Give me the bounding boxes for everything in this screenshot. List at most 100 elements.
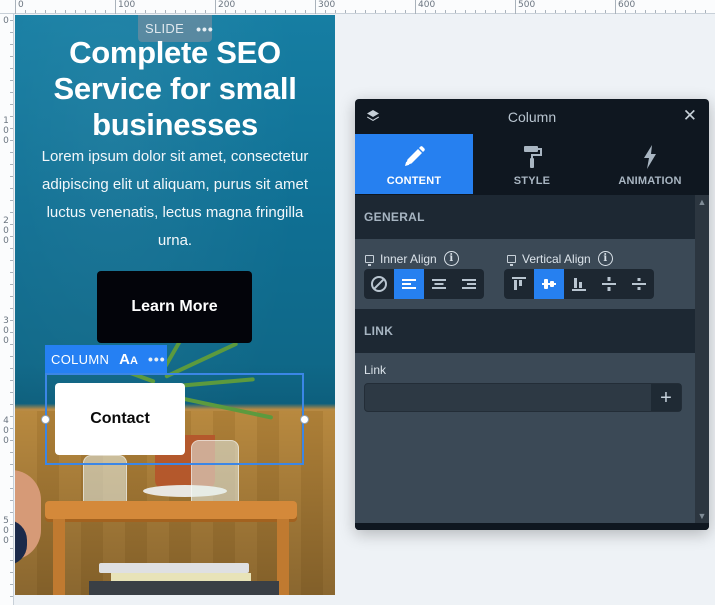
- layers-icon[interactable]: [365, 108, 381, 124]
- ruler-tick: [245, 10, 246, 13]
- vertical-align-space-around[interactable]: [624, 269, 654, 299]
- ruler-tick: [615, 10, 616, 13]
- ruler-tick: [45, 10, 46, 13]
- align-right-icon: [462, 279, 476, 289]
- ruler-tick: [655, 10, 656, 13]
- ruler-tick: [10, 572, 13, 573]
- scroll-down-icon[interactable]: ▼: [695, 509, 709, 523]
- ruler-tick: [10, 416, 13, 417]
- ruler-label: 200: [3, 216, 9, 246]
- editor-stage: 0 100 200 300 400 500 600 0 100 200 300 400 500 SLI…: [0, 0, 715, 605]
- ruler-tick: [10, 116, 13, 117]
- ruler-tick: [175, 10, 176, 13]
- ruler-tick: [10, 272, 13, 273]
- scroll-up-icon[interactable]: ▲: [695, 195, 709, 209]
- learn-more-button[interactable]: Learn More: [97, 271, 252, 343]
- ruler-tick: [545, 10, 546, 13]
- ruler-tick: [555, 10, 556, 13]
- plus-icon: +: [660, 386, 672, 409]
- section-link-header[interactable]: LINK: [355, 309, 695, 353]
- ruler-label: 0: [15, 0, 24, 14]
- close-icon[interactable]: ✕: [683, 107, 697, 125]
- section-general-title: GENERAL: [364, 210, 425, 224]
- monitor-icon: [507, 254, 516, 266]
- inner-align-left[interactable]: [394, 269, 424, 299]
- vertical-align-middle[interactable]: [534, 269, 564, 299]
- ruler-tick: [195, 10, 196, 13]
- vertical-align-top[interactable]: [504, 269, 534, 299]
- ruler-tick: [605, 10, 606, 13]
- panel-scrollbar[interactable]: ▲ ▼: [695, 195, 709, 523]
- ruler-tick: [265, 10, 266, 13]
- ruler-tick: [10, 128, 13, 129]
- ruler-tick: [10, 236, 13, 237]
- hero-title[interactable]: Complete SEO Service for small businesse…: [15, 35, 335, 143]
- typography-icon[interactable]: AA: [119, 351, 138, 368]
- table-leg: [53, 519, 65, 595]
- resize-handle-left[interactable]: [41, 415, 50, 424]
- info-icon[interactable]: i: [443, 251, 459, 266]
- inner-align-center[interactable]: [424, 269, 454, 299]
- ruler-tick: [10, 80, 13, 81]
- link-field-label: Link: [364, 363, 387, 377]
- ruler-tick: [395, 10, 396, 13]
- column-toolbar-label: COLUMN: [51, 351, 110, 367]
- space-between-icon: [602, 277, 616, 291]
- ruler-tick: [85, 10, 86, 13]
- align-bottom-icon: [572, 278, 586, 291]
- inner-align-group: [364, 269, 484, 299]
- inner-align-label: Inner Align i: [365, 251, 459, 266]
- ruler-tick: [135, 10, 136, 13]
- contact-button[interactable]: Contact: [55, 383, 185, 455]
- ruler-tick: [315, 10, 316, 13]
- ruler-tick: [385, 10, 386, 13]
- ruler-tick: [645, 10, 646, 13]
- pencil-icon: [405, 146, 425, 166]
- book: [99, 563, 249, 573]
- resize-handle-right[interactable]: [300, 415, 309, 424]
- slide-canvas[interactable]: SLIDE ••• Complete SEO Service for small…: [15, 15, 335, 595]
- ruler-tick: [625, 10, 626, 13]
- panel-header[interactable]: Column ✕: [355, 99, 709, 134]
- link-input[interactable]: [365, 384, 651, 411]
- ruler-tick: [10, 524, 13, 525]
- ruler-tick: [165, 10, 166, 13]
- ruler-tick: [275, 10, 276, 13]
- ruler-tick: [415, 10, 416, 13]
- ruler-tick: [10, 536, 13, 537]
- ruler-tick: [585, 10, 586, 13]
- align-top-icon: [512, 277, 526, 290]
- ruler-label: 500: [3, 516, 9, 546]
- hero-text[interactable]: Lorem ipsum dolor sit amet, consectetur …: [33, 143, 317, 255]
- ruler-label: 300: [3, 316, 9, 346]
- info-icon[interactable]: i: [597, 251, 613, 266]
- ruler-tick: [665, 10, 666, 13]
- ruler-tick: [10, 188, 13, 189]
- more-dots-icon[interactable]: •••: [148, 352, 166, 366]
- inner-align-right[interactable]: [454, 269, 484, 299]
- ruler-tick: [10, 560, 13, 561]
- ruler-tick: [145, 10, 146, 13]
- ruler-vertical: 0 100 200 300 400 500: [0, 14, 14, 605]
- alignment-controls: Inner Align i Vertical Align i: [355, 239, 695, 309]
- more-dots-icon[interactable]: •••: [196, 22, 214, 36]
- ruler-tick: [10, 44, 13, 45]
- ruler-tick: [445, 10, 446, 13]
- ruler-tick: [185, 10, 186, 13]
- vertical-align-bottom[interactable]: [564, 269, 594, 299]
- ruler-tick: [205, 10, 206, 13]
- tab-content[interactable]: CONTENT: [355, 134, 473, 194]
- inner-align-label-text: Inner Align: [380, 251, 437, 266]
- ruler-tick: [345, 10, 346, 13]
- ruler-tick: [10, 584, 13, 585]
- vertical-align-label: Vertical Align i: [507, 251, 613, 266]
- inner-align-none[interactable]: [364, 269, 394, 299]
- column-toolbar[interactable]: COLUMN AA •••: [45, 345, 167, 373]
- link-add-button[interactable]: +: [651, 384, 681, 411]
- tab-animation[interactable]: ANIMATION: [591, 134, 709, 194]
- vertical-align-space-between[interactable]: [594, 269, 624, 299]
- ruler-tick: [10, 104, 13, 105]
- section-general-header[interactable]: GENERAL: [355, 195, 695, 239]
- tab-style[interactable]: STYLE: [473, 134, 591, 194]
- book: [111, 573, 251, 581]
